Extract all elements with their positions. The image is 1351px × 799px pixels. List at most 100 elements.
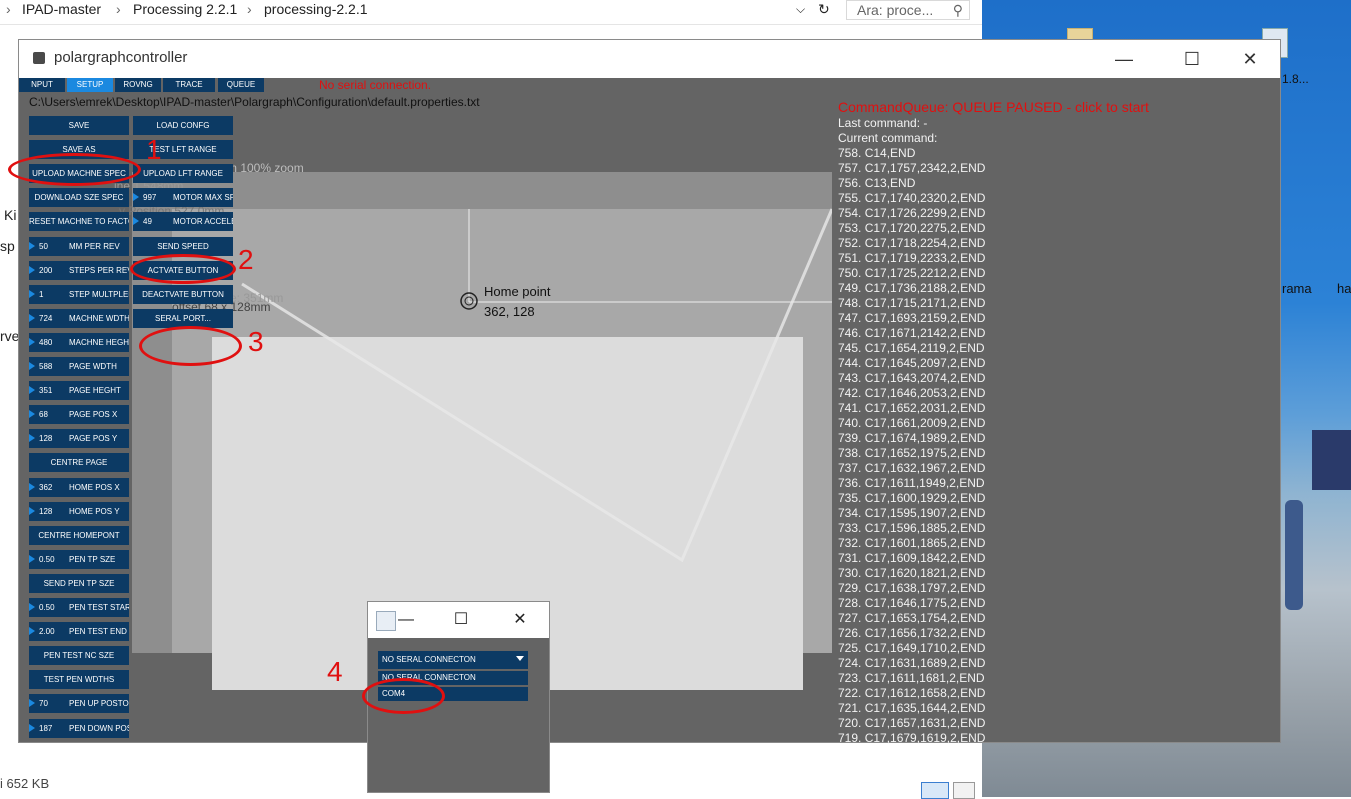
control-button[interactable]: 49 MOTOR ACCELERATON <box>133 212 233 232</box>
control-button[interactable]: LOAD CONFG <box>133 116 233 135</box>
button-value: 50 <box>39 241 48 251</box>
control-button[interactable]: 997 MOTOR MAX SPEED <box>133 188 233 208</box>
control-button[interactable]: UPLOAD MACHNE SPEC <box>29 164 129 184</box>
queue-item: 740. C17,1661,2009,2,END <box>838 416 986 430</box>
control-button[interactable]: 0.50 PEN TP SZE <box>29 549 129 569</box>
control-button[interactable]: RESET MACHNE TO FACTORY <box>29 212 129 232</box>
queue-item: 731. C17,1609,1842,2,END <box>838 551 986 565</box>
control-button[interactable]: SERAL PORT... <box>133 308 233 328</box>
queue-item: 719. C17,1679,1619,2,END <box>838 731 986 745</box>
queue-item: 727. C17,1653,1754,2,END <box>838 611 986 625</box>
control-button[interactable]: 0.50 PEN TEST START TP <box>29 598 129 617</box>
value-arrow-icon <box>29 627 35 636</box>
control-button[interactable]: TEST PEN WDTHS <box>29 670 129 690</box>
control-button[interactable]: SAVE <box>29 116 129 135</box>
address-dropdown-icon[interactable]: ⌵ <box>796 0 805 18</box>
queue-item: 741. C17,1652,2031,2,END <box>838 401 986 415</box>
control-button[interactable]: 351 PAGE HEGHT <box>29 381 129 401</box>
minimize-button[interactable]: — <box>1101 46 1147 72</box>
control-button[interactable]: TEST LFT RANGE <box>133 140 233 160</box>
queue-item: 733. C17,1596,1885,2,END <box>838 521 986 535</box>
queue-item: 721. C17,1635,1644,2,END <box>838 701 986 715</box>
tab-trace[interactable]: TRACE <box>163 78 215 92</box>
button-value: 68 <box>39 410 48 420</box>
control-button[interactable]: UPLOAD LFT RANGE <box>133 164 233 184</box>
pen-path-svg <box>241 208 832 563</box>
control-button[interactable]: 2.00 PEN TEST END TP <box>29 622 129 642</box>
serial-port-option-com4[interactable]: COM4 <box>378 687 528 701</box>
tab-rovng[interactable]: ROVNG <box>115 78 161 92</box>
tab-queue[interactable]: QUEUE <box>218 78 264 92</box>
breadcrumb-item[interactable]: Processing 2.2.1 <box>133 0 237 18</box>
button-value: 1 <box>39 289 44 299</box>
tab-nput[interactable]: NPUT <box>19 78 65 92</box>
button-label: PAGE POS Y <box>69 434 118 444</box>
app-titlebar[interactable]: polargraphcontroller — ☐ ✕ <box>19 40 1280 78</box>
control-button[interactable]: 70 PEN UP POSTON <box>29 694 129 714</box>
pen-path <box>241 208 832 563</box>
breadcrumb-separator: › <box>247 1 252 17</box>
value-arrow-icon <box>29 313 35 322</box>
control-button[interactable]: DOWNLOAD SZE SPEC <box>29 188 129 208</box>
button-value: 128 <box>39 506 53 516</box>
queue-status-title[interactable]: CommandQueue: QUEUE PAUSED - click to st… <box>838 99 1149 115</box>
maximize-button[interactable]: ☐ <box>447 608 475 632</box>
control-button[interactable]: 128 HOME POS Y <box>29 501 129 521</box>
control-button[interactable]: DEACTVATE BUTTON <box>133 284 233 304</box>
minimize-button[interactable]: — <box>392 608 420 632</box>
breadcrumb-item[interactable]: IPAD-master <box>22 0 101 18</box>
queue-item: 734. C17,1595,1907,2,END <box>838 506 986 520</box>
button-value: 0.50 <box>39 554 55 564</box>
queue-item: 750. C17,1725,2212,2,END <box>838 266 986 280</box>
queue-item: 728. C17,1646,1775,2,END <box>838 596 986 610</box>
value-arrow-icon <box>29 241 35 250</box>
queue-item: 752. C17,1718,2254,2,END <box>838 236 986 250</box>
control-button[interactable]: 1 STEP MULTPLER <box>29 284 129 304</box>
control-button[interactable]: 480 MACHNE HEGHT <box>29 332 129 352</box>
value-arrow-icon <box>133 217 139 226</box>
control-button[interactable]: SEND SPEED <box>133 236 233 256</box>
large-icons-view-icon[interactable] <box>953 782 975 799</box>
control-button[interactable]: 200 STEPS PER REV <box>29 260 129 280</box>
button-label: STEP MULTPLER <box>69 289 129 299</box>
control-button[interactable]: 588 PAGE WDTH <box>29 357 129 376</box>
control-button[interactable]: 50 MM PER REV <box>29 236 129 256</box>
control-button[interactable]: SEND PEN TP SZE <box>29 573 129 593</box>
breadcrumb-item[interactable]: processing-2.2.1 <box>264 0 368 18</box>
button-value: 2.00 <box>39 627 55 637</box>
current-command-text: Current command: <box>838 131 938 145</box>
control-button[interactable]: SAVE AS <box>29 140 129 160</box>
explorer-address-bar: › IPAD-master › Processing 2.2.1 › proce… <box>0 0 982 25</box>
button-value: 128 <box>39 434 53 444</box>
background-text: sp <box>0 238 15 254</box>
tab-setup[interactable]: SETUP <box>67 78 113 92</box>
queue-item: 745. C17,1654,2119,2,END <box>838 341 985 355</box>
control-button[interactable]: 187 PEN DOWN POSTON <box>29 718 129 738</box>
control-button[interactable]: 68 PAGE POS X <box>29 405 129 425</box>
control-button[interactable]: ACTVATE BUTTON <box>133 260 233 280</box>
button-label: STEPS PER REV <box>69 265 129 275</box>
control-button[interactable]: PEN TEST NC SZE <box>29 646 129 666</box>
close-button[interactable]: ✕ <box>506 608 534 632</box>
maximize-button[interactable]: ☐ <box>1169 46 1215 72</box>
refresh-icon[interactable]: ↻ <box>818 0 830 18</box>
serial-port-dropdown[interactable]: NO SERAL CONNECTON <box>378 651 528 669</box>
breadcrumb-separator: › <box>116 1 121 17</box>
machine-preview[interactable] <box>132 172 832 690</box>
status-bar-text: i 652 KB <box>0 776 50 791</box>
last-command-text: Last command: - <box>838 116 928 130</box>
control-button[interactable]: CENTRE HOMEPONT <box>29 525 129 545</box>
control-button[interactable]: 724 MACHNE WDTH <box>29 308 129 328</box>
control-button[interactable]: CENTRE PAGE <box>29 453 129 473</box>
control-button[interactable]: 128 PAGE POS Y <box>29 429 129 449</box>
dialog-titlebar[interactable]: — ☐ ✕ <box>368 602 549 638</box>
serial-port-option[interactable]: NO SERAL CONNECTON <box>378 671 528 685</box>
search-input[interactable]: Ara: proce... ⚲ <box>846 0 970 20</box>
queue-item: 724. C17,1631,1689,2,END <box>838 656 986 670</box>
value-arrow-icon <box>29 554 35 563</box>
details-view-icon[interactable] <box>921 782 949 799</box>
control-button[interactable]: 362 HOME POS X <box>29 477 129 497</box>
close-button[interactable]: ✕ <box>1227 46 1273 72</box>
queue-item: 732. C17,1601,1865,2,END <box>838 536 986 550</box>
value-arrow-icon <box>29 603 35 611</box>
